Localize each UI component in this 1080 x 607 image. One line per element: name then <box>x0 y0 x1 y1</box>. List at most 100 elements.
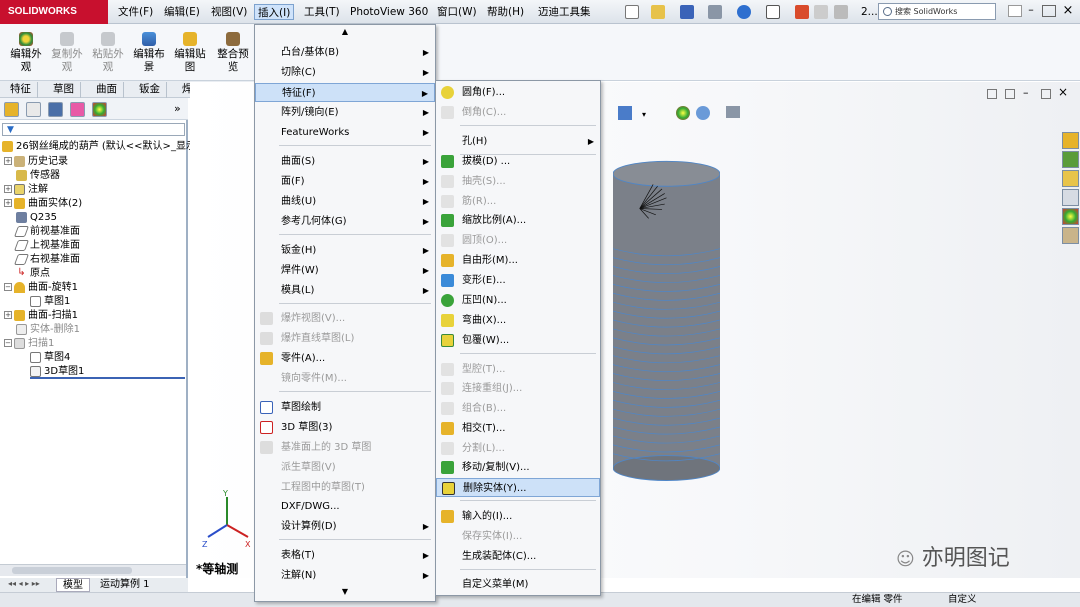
task-pane-custom-properties-icon[interactable] <box>1062 227 1079 244</box>
close-icon[interactable]: × <box>1060 3 1076 19</box>
menu-item-explode-line-sketch[interactable]: 爆炸直线草图(L) <box>255 329 435 348</box>
menu-item-draft[interactable]: 拔模(D) ... <box>436 152 600 171</box>
menu-item-cavity[interactable]: 型腔(T)... <box>436 360 600 379</box>
viewport-close-icon[interactable]: × <box>1058 85 1068 99</box>
copy-appearance-button[interactable]: 复制外观 <box>47 28 87 80</box>
maximize-icon[interactable] <box>1042 5 1056 17</box>
menu-item-sketch[interactable]: 草图绘制 <box>255 398 435 417</box>
menu-item-curve[interactable]: 曲线(U) ▶ <box>255 192 435 211</box>
tree-item-history[interactable]: + 历史记录 <box>4 155 68 169</box>
task-pane-resources-icon[interactable] <box>1062 132 1079 149</box>
menu-item-imported[interactable]: 输入的(I)... <box>436 507 600 526</box>
tree-item-top-plane[interactable]: 上视基准面 <box>13 239 80 253</box>
new-file-icon[interactable] <box>625 5 639 19</box>
task-pane-design-library-icon[interactable] <box>1062 151 1079 168</box>
print-icon[interactable] <box>708 5 722 19</box>
collapse-icon[interactable]: − <box>4 339 12 347</box>
expand-icon[interactable]: + <box>4 157 12 165</box>
tab-motion-study[interactable]: 运动算例 1 <box>94 578 156 592</box>
tab-sheet-metal[interactable]: 钣金 <box>133 82 167 98</box>
menu-item-featureworks[interactable]: FeatureWorks ▶ <box>255 123 435 142</box>
options-icon[interactable] <box>834 5 848 19</box>
tab-surfaces[interactable]: 曲面 <box>90 82 124 98</box>
menu-insert[interactable]: 插入(I) <box>254 4 295 20</box>
menu-item-features[interactable]: 特征(F) ▶ <box>255 83 435 102</box>
menu-item-cut[interactable]: 切除(C) ▶ <box>255 63 435 82</box>
scroll-down-icon[interactable]: ▼ <box>255 587 435 596</box>
tree-item-surface-sweep[interactable]: + 曲面-扫描1 <box>4 309 78 323</box>
tree-item-material[interactable]: Q235 <box>16 211 57 225</box>
tree-item-sketch1[interactable]: 草图1 <box>30 295 70 309</box>
menu-item-3d-sketch-on-plane[interactable]: 基准面上的 3D 草图 <box>255 438 435 457</box>
menu-item-shell[interactable]: 抽壳(S)... <box>436 172 600 191</box>
menu-help[interactable]: 帮助(H) <box>484 4 527 20</box>
menu-item-part[interactable]: 零件(A)... <box>255 349 435 368</box>
tree-item-right-plane[interactable]: 右视基准面 <box>13 253 80 267</box>
tree-item-sketch4[interactable]: 草图4 <box>30 351 70 365</box>
menu-item-save-bodies[interactable]: 保存实体(I)... <box>436 527 600 546</box>
tile-view-icon[interactable] <box>1005 89 1015 99</box>
rebuild-icon[interactable] <box>795 5 809 19</box>
edit-appearance-button[interactable]: 编辑外观 <box>6 28 46 80</box>
view-settings-icon[interactable] <box>726 106 740 118</box>
menu-item-dxf-dwg[interactable]: DXF/DWG... <box>255 497 435 516</box>
menu-item-dome[interactable]: 圆顶(O)... <box>436 231 600 250</box>
menu-window[interactable]: 窗口(W) <box>434 4 480 20</box>
menu-item-pattern-mirror[interactable]: 阵列/镜向(E) ▶ <box>255 103 435 122</box>
dimxpert-icon[interactable] <box>70 102 85 117</box>
configuration-manager-icon[interactable] <box>48 102 63 117</box>
edit-scene-button[interactable]: 编辑布景 <box>129 28 169 80</box>
menu-item-3d-sketch[interactable]: 3D 草图(3) <box>255 418 435 437</box>
search-input[interactable]: 搜索 SolidWorks <box>878 3 996 20</box>
appearance-view-icon[interactable] <box>676 106 690 120</box>
display-manager-icon[interactable] <box>92 102 107 117</box>
tab-sketch[interactable]: 草图 <box>47 82 81 98</box>
menu-photoview[interactable]: PhotoView 360 <box>347 4 431 20</box>
expand-icon[interactable]: + <box>4 199 12 207</box>
menu-item-delete-body[interactable]: 删除实体(Y)... <box>436 478 600 497</box>
tree-item-3dsketch1[interactable]: 3D草图1 <box>30 365 185 379</box>
minimize-icon[interactable]: – <box>1024 4 1038 17</box>
panel-horizontal-scrollbar[interactable] <box>0 564 186 576</box>
menu-item-scale[interactable]: 缩放比例(A)... <box>436 211 600 230</box>
menu-item-sketch-from-drawing[interactable]: 工程图中的草图(T) <box>255 478 435 497</box>
tab-features[interactable]: 特征 <box>4 82 38 98</box>
menu-item-derived-sketch[interactable]: 派生草图(V) <box>255 458 435 477</box>
file-properties-icon[interactable] <box>814 5 828 19</box>
split-view-icon[interactable] <box>987 89 997 99</box>
menu-edit[interactable]: 编辑(E) <box>161 4 203 20</box>
tree-item-delete-body[interactable]: 实体-删除1 <box>16 323 80 337</box>
chevron-down-icon[interactable]: ▾ <box>642 110 646 119</box>
edit-decal-button[interactable]: 编辑贴图 <box>170 28 210 80</box>
menu-item-annotations[interactable]: 注解(N) ▶ <box>255 566 435 585</box>
scrollbar-thumb[interactable] <box>12 567 132 574</box>
task-pane-view-palette-icon[interactable] <box>1062 189 1079 206</box>
menu-item-freeform[interactable]: 自由形(M)... <box>436 251 600 270</box>
open-folder-icon[interactable] <box>651 5 665 19</box>
menu-item-indent[interactable]: 压凹(N)... <box>436 291 600 310</box>
feature-tree-icon[interactable] <box>4 102 19 117</box>
menu-item-weldments[interactable]: 焊件(W) ▶ <box>255 261 435 280</box>
undo-icon[interactable] <box>737 5 751 19</box>
menu-item-join[interactable]: 连接重组(J)... <box>436 379 600 398</box>
menu-item-split[interactable]: 分割(L)... <box>436 439 600 458</box>
tree-item-annotations[interactable]: + 注解 <box>4 183 48 197</box>
menu-item-flex[interactable]: 弯曲(X)... <box>436 311 600 330</box>
expand-panel-icon[interactable]: » <box>174 102 181 115</box>
view-orientation-icon[interactable] <box>618 106 632 120</box>
menu-item-wrap[interactable]: 包覆(W)... <box>436 331 600 350</box>
tree-item-sweep1[interactable]: − 扫描1 <box>4 337 54 351</box>
menu-item-design-study[interactable]: 设计算例(D) ▶ <box>255 517 435 536</box>
menu-item-combine[interactable]: 组合(B)... <box>436 399 600 418</box>
menu-item-fillet[interactable]: 圆角(F)... <box>436 83 600 102</box>
viewport-restore-icon[interactable] <box>1041 89 1051 99</box>
tree-filter[interactable]: ▼ <box>2 123 185 136</box>
expand-icon[interactable]: + <box>4 311 12 319</box>
menu-item-chamfer[interactable]: 倒角(C)... <box>436 103 600 122</box>
property-manager-icon[interactable] <box>26 102 41 117</box>
menu-item-deform[interactable]: 变形(E)... <box>436 271 600 290</box>
tree-item-front-plane[interactable]: 前视基准面 <box>13 225 80 239</box>
tab-model[interactable]: 模型 <box>56 578 90 592</box>
menu-item-face[interactable]: 面(F) ▶ <box>255 172 435 191</box>
scene-view-icon[interactable] <box>696 106 710 120</box>
